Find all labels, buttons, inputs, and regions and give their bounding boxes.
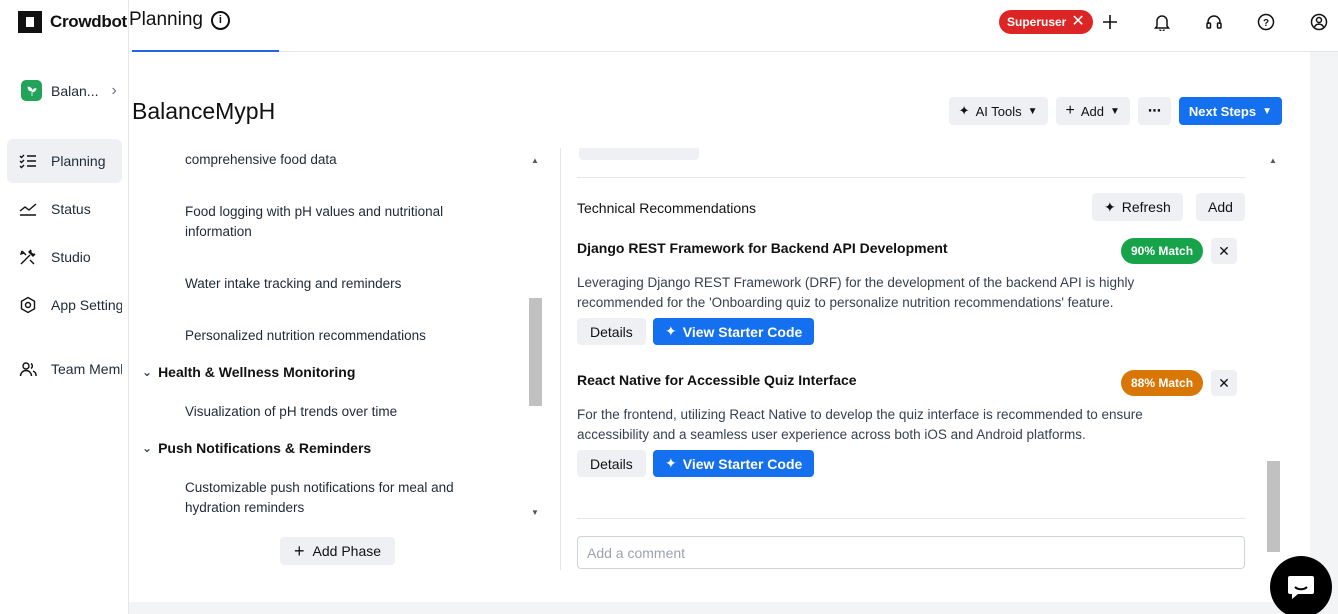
list-item[interactable]: comprehensive food data <box>185 150 505 170</box>
close-icon: ✕ <box>1218 374 1230 391</box>
top-bar: Planning i Superuser ✕ ? <box>0 0 1338 52</box>
brand-logo[interactable]: Crowdbotics <box>18 11 128 33</box>
more-button[interactable]: ⋯ <box>1137 97 1171 125</box>
chat-widget-button[interactable] <box>1270 556 1332 614</box>
chart-line-icon <box>19 203 37 216</box>
superuser-badge[interactable]: Superuser ✕ <box>999 10 1093 34</box>
project-switcher[interactable]: Balan... › <box>21 80 117 101</box>
project-title: BalanceMypH <box>132 98 276 124</box>
list-item[interactable]: Food logging with pH values and nutritio… <box>185 202 505 242</box>
list-item[interactable]: Water intake tracking and reminders <box>185 274 505 294</box>
recommendation-description: For the frontend, utilizing React Native… <box>577 407 1143 442</box>
recommendation-title: Django REST Framework for Backend API De… <box>577 240 948 256</box>
divider <box>577 518 1245 519</box>
sparkle-icon: ✦ <box>665 323 677 339</box>
crowdbotics-logo-icon <box>18 11 42 33</box>
chat-icon <box>1288 576 1314 599</box>
close-icon[interactable]: ✕ <box>1071 14 1084 30</box>
section-title: Technical Recommendations <box>577 200 756 216</box>
list-item[interactable]: Customizable push notifications for meal… <box>185 478 505 518</box>
sprout-icon <box>21 80 42 101</box>
settings-icon <box>20 296 36 314</box>
headset-icon[interactable] <box>1204 12 1224 32</box>
scroll-down-icon[interactable]: ▼ <box>531 508 539 517</box>
add-recommendation-button[interactable]: Add <box>1196 193 1245 221</box>
details-button[interactable]: Details <box>577 318 646 345</box>
chevron-down-icon: ▼ <box>1027 105 1038 117</box>
chevron-down-icon: ⌄ <box>142 441 153 455</box>
phase-header[interactable]: ⌄ Push Notifications & Reminders <box>142 440 371 456</box>
plus-icon: + <box>1065 102 1075 119</box>
bell-icon[interactable] <box>1152 12 1172 32</box>
ai-tools-button[interactable]: ✦ AI Tools ▼ <box>948 97 1048 125</box>
recommendation-title: React Native for Accessible Quiz Interfa… <box>577 372 857 388</box>
account-icon[interactable] <box>1309 12 1329 32</box>
scroll-up-icon[interactable]: ▲ <box>531 156 539 165</box>
dismiss-button[interactable]: ✕ <box>1211 370 1237 396</box>
list-item[interactable]: Visualization of pH trends over time <box>185 402 505 422</box>
scroll-thumb[interactable] <box>529 298 542 406</box>
sidebar: Crowdbotics Balan... › Planning Status S… <box>0 0 129 614</box>
chevron-down-icon: ▼ <box>1109 105 1120 117</box>
phase-header[interactable]: ⌄ Health & Wellness Monitoring <box>142 364 355 380</box>
view-starter-code-button[interactable]: ✦ View Starter Code <box>653 318 815 345</box>
sparkle-icon: ✦ <box>958 103 970 118</box>
chevron-down-icon: ⌄ <box>142 365 153 379</box>
plus-icon: + <box>294 540 305 561</box>
scroll-up-icon[interactable]: ▲ <box>1269 156 1277 165</box>
divider <box>577 177 1245 178</box>
toolbar: ✦ AI Tools ▼ + Add ▼ ⋯ Next Steps ▼ <box>948 97 1282 125</box>
add-phase-button[interactable]: + Add Phase <box>280 537 396 565</box>
technical-recommendations-panel: Technical Recommendations ✦ Refresh Add … <box>577 148 1245 570</box>
list-item[interactable]: Personalized nutrition recommendations <box>185 326 505 346</box>
users-icon <box>19 362 37 377</box>
more-icon: ⋯ <box>1147 103 1161 118</box>
chevron-down-icon: ▼ <box>1262 105 1272 117</box>
sparkle-icon: ✦ <box>1104 198 1116 215</box>
match-badge: 90% Match <box>1121 238 1204 264</box>
view-starter-code-button[interactable]: ✦ View Starter Code <box>653 450 815 477</box>
sidebar-item-app-settings[interactable]: App Settings <box>7 283 122 327</box>
help-icon[interactable]: ? <box>1256 12 1276 32</box>
details-button[interactable]: Details <box>577 450 646 477</box>
left-scrollbar[interactable]: ▲ ▼ <box>528 152 543 522</box>
match-badge: 88% Match <box>1121 370 1204 396</box>
sidebar-item-status[interactable]: Status <box>7 187 122 231</box>
sidebar-item-studio[interactable]: Studio <box>7 235 122 279</box>
comment-input[interactable] <box>577 536 1245 569</box>
main-card: BalanceMypH ✦ AI Tools ▼ + Add ▼ ⋯ Next … <box>129 52 1310 602</box>
scrolled-button-stub <box>579 148 699 160</box>
sidebar-nav: Planning Status Studio App Settings Team… <box>7 139 122 395</box>
add-button[interactable]: + Add ▼ <box>1055 97 1130 125</box>
right-scrollbar[interactable]: ▲ <box>1266 152 1281 554</box>
refresh-button[interactable]: ✦ Refresh <box>1092 193 1183 221</box>
sidebar-item-team-members[interactable]: Team Members <box>7 347 122 391</box>
sidebar-item-planning[interactable]: Planning <box>7 139 122 183</box>
close-icon: ✕ <box>1218 242 1230 259</box>
scroll-thumb[interactable] <box>1267 461 1280 552</box>
phase-feature-list: comprehensive food data Food logging wit… <box>129 148 545 520</box>
active-tab-underline <box>132 50 279 52</box>
page-tab-title: Planning i <box>129 9 230 31</box>
checklist-icon <box>19 154 36 169</box>
dismiss-button[interactable]: ✕ <box>1211 238 1237 264</box>
next-steps-button[interactable]: Next Steps ▼ <box>1178 97 1282 125</box>
recommendation-description: Leveraging Django REST Framework (DRF) f… <box>577 275 1135 310</box>
svg-text:?: ? <box>1263 18 1269 29</box>
pane-divider <box>560 148 561 570</box>
tools-icon <box>19 249 36 265</box>
info-icon[interactable]: i <box>210 10 230 30</box>
plus-icon[interactable] <box>1100 12 1120 32</box>
chevron-right-icon: › <box>111 81 117 99</box>
sparkle-icon: ✦ <box>665 455 677 471</box>
